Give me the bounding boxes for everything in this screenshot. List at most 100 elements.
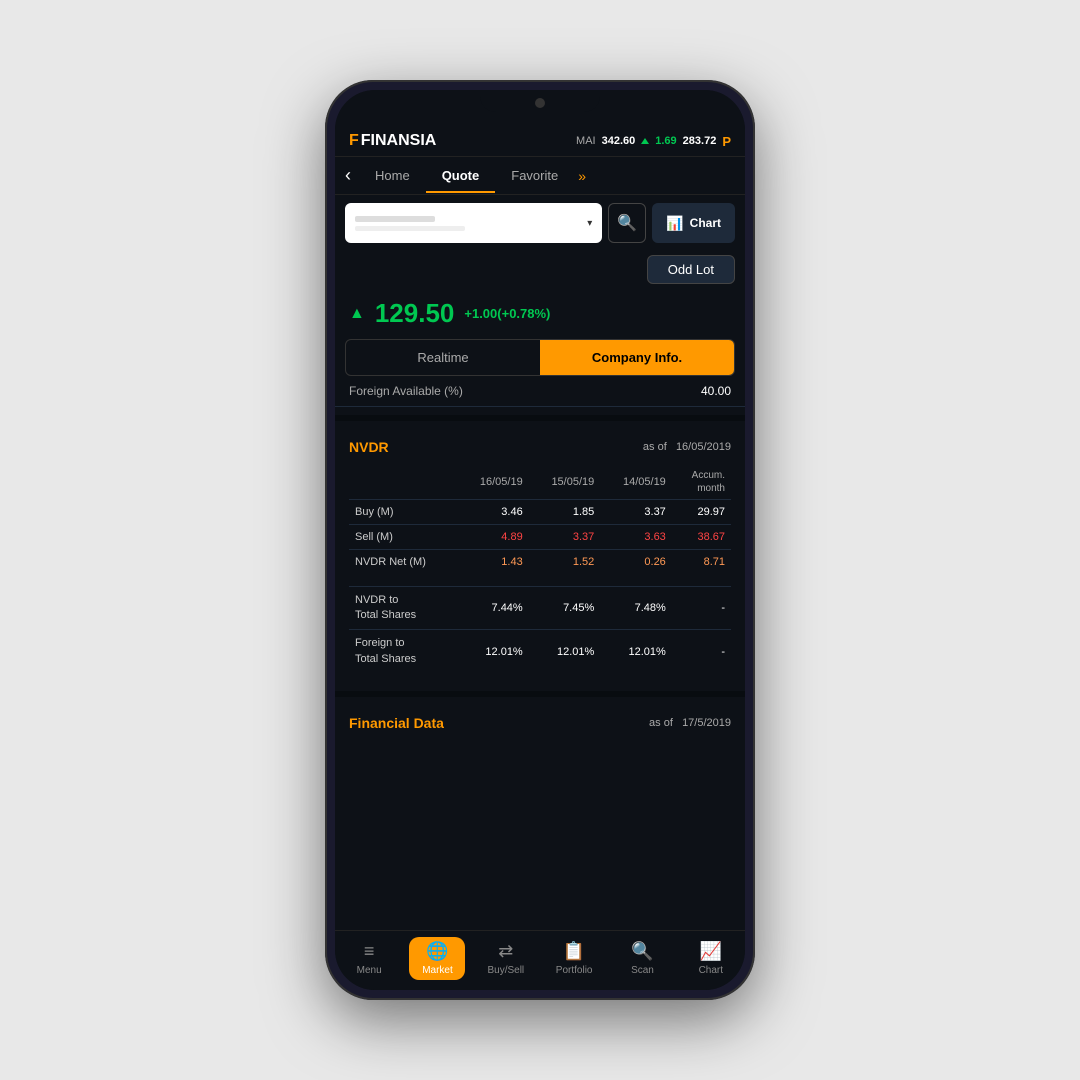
nvdr-date-value: 16/05/2019 <box>676 441 731 453</box>
buysell-icon: ⇄ <box>498 941 513 962</box>
table-row: NVDR toTotal Shares 7.44% 7.45% 7.48% - <box>349 586 731 630</box>
nvdr-net-d2: 1.52 <box>529 550 601 575</box>
nvdr-ratio2-d2: 12.01% <box>529 630 601 673</box>
nvdr-ratio1-label: NVDR toTotal Shares <box>349 586 457 630</box>
nvdr-sell-d1: 4.89 <box>457 525 529 550</box>
nvdr-buy-accum: 29.97 <box>672 500 731 525</box>
nvdr-ratio1-d2: 7.45% <box>529 586 601 630</box>
chart-nav-icon: 📈 <box>700 941 722 962</box>
price-arrow: ▲ <box>349 305 365 323</box>
nav-scan[interactable]: 🔍 Scan <box>614 937 670 980</box>
nvdr-header: NVDR as of 16/05/2019 <box>349 439 731 455</box>
profile-icon[interactable]: P <box>722 134 731 149</box>
market-label: Market <box>422 965 453 976</box>
mai-change: 1.69 <box>655 135 676 147</box>
tab-quote[interactable]: Quote <box>426 158 496 193</box>
nvdr-ratio1-accum: - <box>672 586 731 630</box>
logo-text: FINANSIA <box>361 132 437 150</box>
nvdr-net-accum: 8.71 <box>672 550 731 575</box>
back-button[interactable]: ‹ <box>345 157 359 194</box>
nvdr-buy-d1: 3.46 <box>457 500 529 525</box>
odd-lot-row: Odd Lot <box>335 251 745 292</box>
symbol-dropdown-content <box>355 216 465 231</box>
table-divider <box>349 574 731 586</box>
search-icon: 🔍 <box>617 213 637 233</box>
nav-market[interactable]: 🌐 Market <box>409 937 465 980</box>
symbol-dropdown[interactable]: ▾ <box>345 203 602 243</box>
nvdr-net-d3: 0.26 <box>600 550 672 575</box>
financial-as-of-label: as of <box>649 717 673 729</box>
realtime-label: Realtime <box>417 350 468 365</box>
nav-more-icon[interactable]: » <box>578 168 586 184</box>
table-row: Sell (M) 4.89 3.37 3.63 38.67 <box>349 525 731 550</box>
menu-label: Menu <box>357 965 382 976</box>
nvdr-col-header-1: 16/05/19 <box>457 465 529 500</box>
app-header: FFINANSIA MAI 342.60 1.69 283.72 P <box>335 126 745 157</box>
nvdr-as-of-label: as of <box>643 441 667 453</box>
nvdr-col-header-4: Accum.month <box>672 465 731 500</box>
search-button[interactable]: 🔍 <box>608 203 646 243</box>
financial-date-value: 17/5/2019 <box>682 717 731 729</box>
odd-lot-label: Odd Lot <box>668 262 714 277</box>
nvdr-sell-d2: 3.37 <box>529 525 601 550</box>
nvdr-title: NVDR <box>349 439 389 455</box>
nav-portfolio[interactable]: 📋 Portfolio <box>546 937 602 980</box>
logo-f: F <box>349 132 359 150</box>
odd-lot-button[interactable]: Odd Lot <box>647 255 735 284</box>
tab-quote-label: Quote <box>442 168 480 183</box>
tab-favorite[interactable]: Favorite <box>495 158 574 193</box>
nvdr-net-label: NVDR Net (M) <box>349 550 457 575</box>
nvdr-ratio2-label: Foreign toTotal Shares <box>349 630 457 673</box>
content-area: Foreign Available (%) 40.00 NVDR as of 1… <box>335 376 745 930</box>
buysell-label: Buy/Sell <box>487 965 524 976</box>
tab-realtime[interactable]: Realtime <box>346 340 540 375</box>
financial-date: as of 17/5/2019 <box>649 717 731 729</box>
nvdr-col-header-3: 14/05/19 <box>600 465 672 500</box>
dropdown-arrow-icon: ▾ <box>587 218 592 229</box>
foreign-available-value: 40.00 <box>701 384 731 398</box>
foreign-available-row: Foreign Available (%) 40.00 <box>335 376 745 407</box>
nav-buysell[interactable]: ⇄ Buy/Sell <box>478 937 534 980</box>
mai-second-value: 283.72 <box>683 135 717 147</box>
chart-nav-label: Chart <box>699 965 723 976</box>
nvdr-col-header-2: 15/05/19 <box>529 465 601 500</box>
nvdr-buy-d3: 3.37 <box>600 500 672 525</box>
status-bar <box>335 90 745 126</box>
company-label: Company Info. <box>592 350 682 365</box>
nav-tabs: ‹ Home Quote Favorite » <box>335 157 745 195</box>
chart-btn-label: Chart <box>690 216 721 230</box>
table-row: Foreign toTotal Shares 12.01% 12.01% 12.… <box>349 630 731 673</box>
nvdr-col-header-0 <box>349 465 457 500</box>
menu-icon: ≡ <box>364 941 375 962</box>
nvdr-section: NVDR as of 16/05/2019 16/05/19 15/05/19 <box>335 429 745 683</box>
table-row: Buy (M) 3.46 1.85 3.37 29.97 <box>349 500 731 525</box>
search-row: ▾ 🔍 📊 Chart <box>335 195 745 251</box>
nvdr-buy-d2: 1.85 <box>529 500 601 525</box>
bottom-nav: ≡ Menu 🌐 Market ⇄ Buy/Sell 📋 Portfolio 🔍… <box>335 930 745 990</box>
app-logo: FFINANSIA <box>349 132 436 150</box>
financial-section: Financial Data as of 17/5/2019 <box>335 705 745 737</box>
nvdr-date: as of 16/05/2019 <box>643 441 731 453</box>
nav-chart[interactable]: 📈 Chart <box>683 937 739 980</box>
tab-home-label: Home <box>375 168 410 183</box>
nvdr-ratio2-d3: 12.01% <box>600 630 672 673</box>
portfolio-label: Portfolio <box>556 965 593 976</box>
market-icon: 🌐 <box>426 941 448 962</box>
price-row: ▲ 129.50 +1.00(+0.78%) <box>335 292 745 339</box>
section-separator <box>335 415 745 421</box>
tab-company[interactable]: Company Info. <box>540 340 734 375</box>
nvdr-ratio2-accum: - <box>672 630 731 673</box>
section-separator-2 <box>335 691 745 697</box>
nvdr-sell-accum: 38.67 <box>672 525 731 550</box>
foreign-available-label: Foreign Available (%) <box>349 384 463 398</box>
nvdr-sell-label: Sell (M) <box>349 525 457 550</box>
nav-menu[interactable]: ≡ Menu <box>341 937 397 980</box>
nvdr-sell-d3: 3.63 <box>600 525 672 550</box>
tab-favorite-label: Favorite <box>511 168 558 183</box>
scan-label: Scan <box>631 965 654 976</box>
nvdr-buy-label: Buy (M) <box>349 500 457 525</box>
chart-button[interactable]: 📊 Chart <box>652 203 735 243</box>
tab-home[interactable]: Home <box>359 158 426 193</box>
nvdr-ratio1-d1: 7.44% <box>457 586 529 630</box>
chart-small-icon: 📊 <box>666 215 683 232</box>
